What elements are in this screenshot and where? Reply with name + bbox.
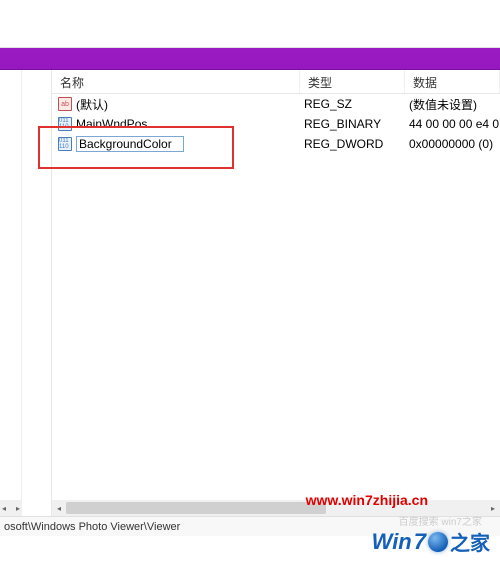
- table-row[interactable]: ab (默认) REG_SZ (数值未设置): [52, 94, 500, 114]
- tree-horizontal-scrollbar[interactable]: ◂ ▸: [0, 500, 22, 516]
- string-value-icon: ab: [58, 97, 72, 111]
- logo-text-right: 之家: [450, 527, 490, 556]
- logo-text-seven: 7: [414, 529, 426, 555]
- tree-pane-edge: n ◂ ▸: [0, 70, 22, 516]
- menu-bar-area: [0, 22, 500, 48]
- table-row[interactable]: 011 110 REG_DWORD 0x00000000 (0): [52, 134, 500, 154]
- logo-orb-icon: [428, 532, 448, 552]
- scroll-left-icon[interactable]: ◂: [2, 504, 6, 513]
- table-row[interactable]: 011 110 MainWndPos REG_BINARY 44 00 00 0…: [52, 114, 500, 134]
- value-data: (数值未设置): [405, 96, 500, 113]
- rename-input[interactable]: [76, 136, 184, 152]
- window-titlebar: [0, 22, 500, 70]
- value-type: REG_DWORD: [300, 137, 405, 151]
- logo-text-left: Win: [372, 529, 412, 555]
- value-name: MainWndPos: [76, 117, 147, 131]
- value-rows: ab (默认) REG_SZ (数值未设置) 011 110 MainWndPo…: [52, 94, 500, 500]
- binary-value-icon: 011 110: [58, 117, 72, 131]
- value-name: (默认): [76, 96, 108, 113]
- watermark-url: www.win7zhijia.cn: [306, 492, 428, 508]
- column-headers: 名称 类型 数据: [52, 70, 500, 94]
- value-data: 0x00000000 (0): [405, 137, 500, 151]
- watermark-logo: Win 7 之家: [372, 527, 490, 556]
- column-header-type[interactable]: 类型: [300, 70, 405, 93]
- watermark-hint: 百度搜索 win7之家: [399, 513, 482, 528]
- registry-list-pane: 名称 类型 数据 ab (默认) REG_SZ (数值未设置) 011 110 …: [52, 70, 500, 516]
- content-area: n ◂ ▸ 名称 类型 数据 ab (默认) REG_SZ (数值未设置): [0, 70, 500, 516]
- scroll-left-icon[interactable]: ◂: [52, 504, 66, 513]
- value-type: REG_BINARY: [300, 117, 405, 131]
- value-data: 44 00 00 00 e4 0: [405, 117, 500, 131]
- binary-value-icon: 011 110: [58, 137, 72, 151]
- status-path: osoft\Windows Photo Viewer\Viewer: [4, 521, 180, 533]
- scroll-right-icon[interactable]: ▸: [486, 504, 500, 513]
- scroll-thumb[interactable]: [66, 502, 326, 514]
- scroll-right-icon[interactable]: ▸: [16, 504, 20, 513]
- pane-splitter[interactable]: [22, 70, 52, 516]
- column-header-name[interactable]: 名称: [52, 70, 300, 93]
- column-header-data[interactable]: 数据: [405, 70, 500, 93]
- value-type: REG_SZ: [300, 97, 405, 111]
